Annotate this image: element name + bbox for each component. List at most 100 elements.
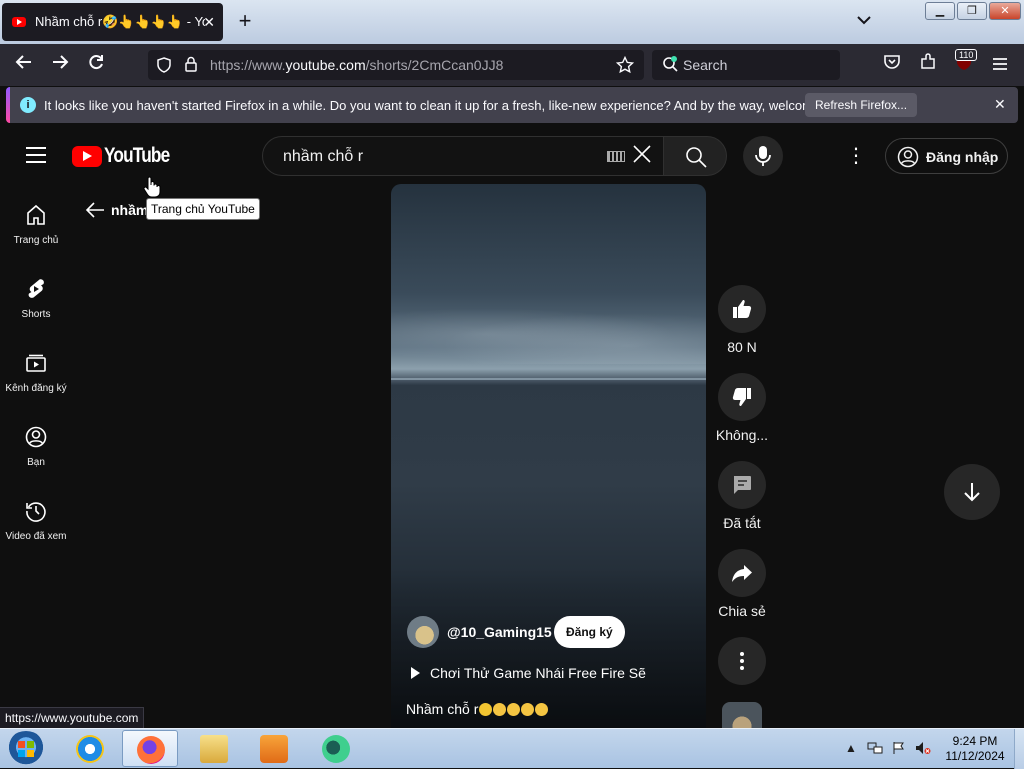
media-player-icon <box>260 735 288 763</box>
shorts-icon <box>28 279 44 298</box>
volume-muted-icon[interactable] <box>915 741 931 755</box>
youtube-search-input[interactable]: nhầm chỗ r <box>262 136 664 176</box>
tab-youtube[interactable]: Nhầm chỗ r🤣👆👆👆👆 - YouTube ✕ <box>2 3 223 41</box>
notification-close-icon[interactable]: ✕ <box>994 96 1006 113</box>
clear-search-icon[interactable] <box>631 143 653 172</box>
channel-avatar[interactable] <box>407 616 439 648</box>
extension-badge: 110 <box>955 49 978 61</box>
network-icon[interactable] <box>867 741 883 755</box>
list-all-tabs-icon[interactable] <box>852 12 876 32</box>
comment-icon <box>734 476 751 494</box>
microphone-icon <box>755 146 771 166</box>
share-button[interactable] <box>718 549 766 597</box>
share-icon <box>732 565 752 582</box>
guide-item-shorts[interactable]: Shorts <box>0 277 72 337</box>
search-query: nhầm chỗ r <box>283 148 364 165</box>
clock-date: 11/12/2024 <box>945 749 1005 763</box>
guide-item-you[interactable]: Bạn <box>0 425 72 485</box>
web-search-bar[interactable]: Search <box>652 50 840 80</box>
thumbs-up-icon <box>733 300 752 318</box>
comments-button[interactable] <box>718 461 766 509</box>
back-icon[interactable] <box>12 53 36 77</box>
settings-more-icon[interactable]: ⋮ <box>846 143 866 171</box>
url-text: https://www.youtube.com/shorts/2CmCcan0J… <box>210 57 504 73</box>
url-bar[interactable]: https://www.youtube.com/shorts/2CmCcan0J… <box>148 50 644 80</box>
tracking-protection-icon[interactable] <box>156 57 172 78</box>
tab-strip: Nhầm chỗ r🤣👆👆👆👆 - YouTube ✕ + ▁ ❐ ✕ <box>0 0 1024 44</box>
guide-item-subscriptions[interactable]: Kênh đăng ký <box>0 351 72 411</box>
taskbar-firefox[interactable] <box>122 730 178 767</box>
youtube-wordmark: YouTube <box>104 144 170 167</box>
guide-item-label: Bạn <box>27 457 45 468</box>
pointing-up-emoji-icon <box>493 703 507 716</box>
sign-in-button[interactable]: Đăng nhập <box>885 138 1008 174</box>
notification-message: It looks like you haven't started Firefo… <box>44 98 855 113</box>
subscriptions-icon <box>26 354 46 372</box>
new-tab-button[interactable]: + <box>234 10 256 32</box>
youtube-play-logo-icon <box>72 145 102 167</box>
subscribe-button[interactable]: Đăng ký <box>554 616 625 648</box>
history-icon <box>26 502 46 522</box>
notification-bar: i It looks like you haven't started Fire… <box>6 87 1018 123</box>
youtube-favicon-icon <box>12 17 26 27</box>
keyboard-icon[interactable] <box>607 151 625 162</box>
sign-in-label: Đăng nhập <box>926 149 999 165</box>
forward-icon[interactable] <box>48 53 72 77</box>
show-desktop-button[interactable] <box>1014 729 1024 769</box>
back-arrow-icon[interactable] <box>84 199 106 221</box>
home-icon <box>27 204 45 225</box>
guide-item-label: Shorts <box>21 309 51 320</box>
start-button[interactable] <box>6 731 46 767</box>
you-icon <box>25 426 47 448</box>
search-placeholder: Search <box>683 57 728 73</box>
reload-icon[interactable] <box>84 53 108 77</box>
dislike-label: Không... <box>715 427 769 443</box>
more-actions-button[interactable] <box>718 637 766 685</box>
window-minimize-button[interactable]: ▁ <box>925 2 955 20</box>
page-title: nhầm <box>111 202 149 218</box>
bookmark-star-icon[interactable] <box>615 55 635 79</box>
tab-title: Nhầm chỗ r🤣👆👆👆👆 - YouTube <box>35 14 205 29</box>
guide-item-home[interactable]: Trang chủ <box>0 203 72 263</box>
arrow-down-icon <box>964 483 980 502</box>
youtube-search-button[interactable] <box>663 136 727 176</box>
pointing-up-emoji-icon <box>507 703 521 716</box>
pocket-icon[interactable] <box>880 53 904 77</box>
play-icon <box>411 667 420 679</box>
action-center-flag-icon[interactable] <box>891 741 907 755</box>
search-engine-icon <box>662 56 678 77</box>
system-clock[interactable]: 9:24 PM 11/12/2024 <box>940 734 1010 764</box>
windows-taskbar: ▲ 9:24 PM 11/12/2024 <box>0 728 1024 769</box>
like-button[interactable] <box>718 285 766 333</box>
taskbar-app[interactable] <box>308 730 364 767</box>
extensions-icon[interactable] <box>916 53 940 77</box>
guide-menu-icon[interactable] <box>26 147 46 163</box>
guide-item-history[interactable]: Video đã xem <box>0 499 72 559</box>
taskbar-media-player[interactable] <box>246 730 302 767</box>
taskbar-file-explorer[interactable] <box>186 730 242 767</box>
youtube-logo[interactable]: YouTube <box>72 144 184 168</box>
like-count: 80 N <box>727 339 757 355</box>
guide-item-label: Kênh đăng ký <box>5 383 67 394</box>
related-video-link[interactable]: Chơi Thử Game Nhái Free Fire Sẽ <box>411 665 646 681</box>
hand-cursor-icon <box>143 176 161 198</box>
taskbar-internet-explorer[interactable] <box>62 730 118 767</box>
dislike-button[interactable] <box>718 373 766 421</box>
tab-close-icon[interactable]: ✕ <box>203 14 215 31</box>
more-vertical-icon <box>740 652 744 670</box>
guide-item-label: Video đã xem <box>5 531 67 542</box>
channel-name[interactable]: @10_Gaming15 <box>447 624 552 640</box>
voice-search-button[interactable] <box>743 136 783 176</box>
lock-icon[interactable] <box>184 56 198 78</box>
refresh-firefox-button[interactable]: Refresh Firefox... <box>805 93 918 117</box>
show-hidden-icons-icon[interactable]: ▲ <box>843 741 859 755</box>
logo-tooltip: Trang chủ YouTube <box>146 198 260 220</box>
app-menu-icon[interactable] <box>988 53 1012 77</box>
next-short-button[interactable] <box>944 464 1000 520</box>
window-close-button[interactable]: ✕ <box>989 2 1021 20</box>
window-restore-button[interactable]: ❐ <box>957 2 987 20</box>
info-icon: i <box>20 97 36 113</box>
short-video-player[interactable]: @10_Gaming15 Đăng ký Chơi Thử Game Nhái … <box>391 184 706 728</box>
account-icon <box>897 146 919 168</box>
link-status-url: https://www.youtube.com <box>0 707 145 729</box>
